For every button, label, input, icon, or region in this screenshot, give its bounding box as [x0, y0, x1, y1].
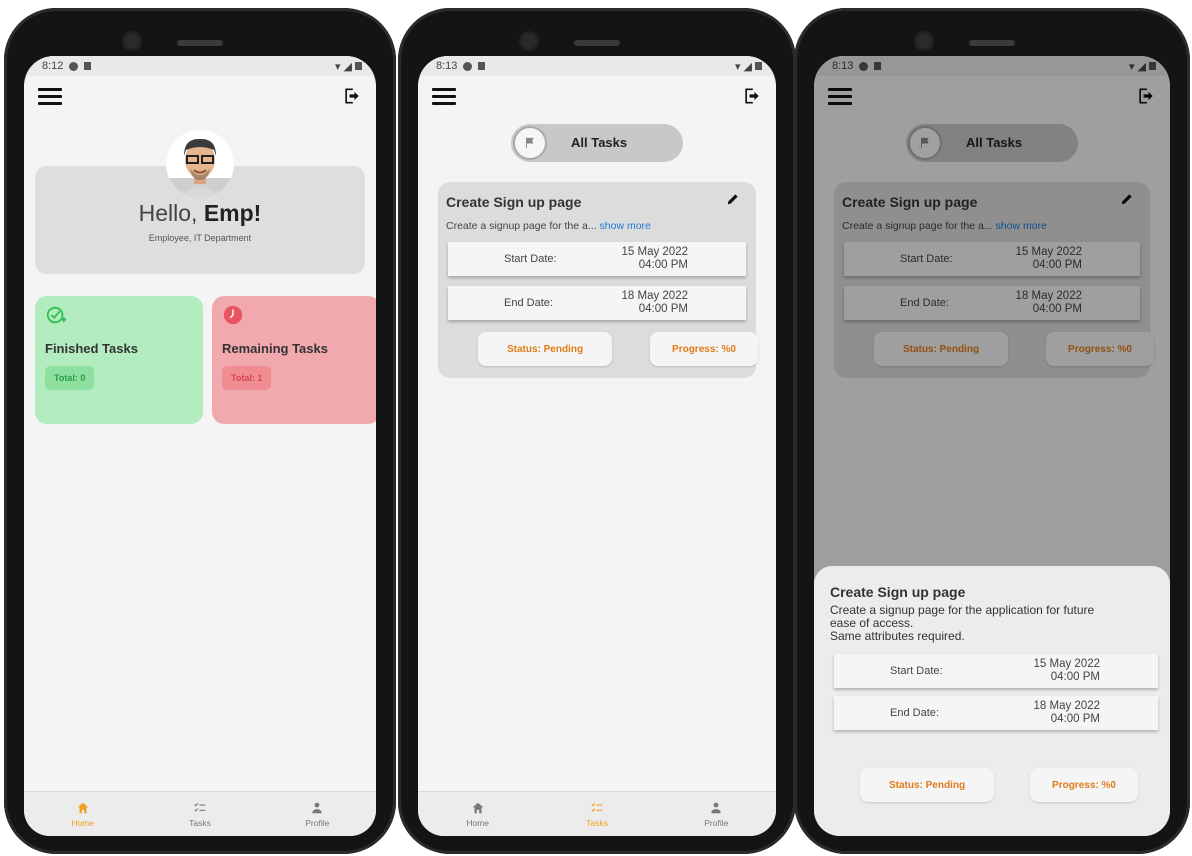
- menu-icon[interactable]: [38, 88, 62, 105]
- logout-icon[interactable]: [342, 86, 362, 106]
- end-date-label: End Date:: [890, 707, 939, 719]
- filter-label: All Tasks: [571, 135, 628, 150]
- end-date-row: End Date: 18 May 2022 04:00 PM: [448, 286, 746, 320]
- sd-icon: [478, 62, 486, 70]
- camera: [522, 34, 536, 48]
- nav-profile-label: Profile: [305, 817, 330, 828]
- nav-profile[interactable]: Profile: [657, 792, 776, 836]
- phone-home: 8:12 ▾ ◢ Hello, Emp! Employee, IT Departm…: [4, 8, 396, 854]
- nav-home-label: Home: [466, 817, 489, 828]
- avatar: [166, 130, 234, 198]
- home-icon: [77, 802, 88, 813]
- logout-icon[interactable]: [742, 86, 762, 106]
- start-date-label: Start Date:: [504, 253, 557, 265]
- bottom-nav: Home Tasks Profile: [24, 791, 376, 836]
- status-bar: 8:12 ▾ ◢: [24, 56, 376, 76]
- sheet-end-date-row: End Date: 18 May 2022 04:00 PM: [834, 696, 1158, 730]
- sheet-progress-pill[interactable]: Progress: %0: [1030, 768, 1138, 802]
- phone-task-detail: 8:13 ▾ ◢ All Tasks Create Sign up page Cr…: [794, 8, 1190, 854]
- end-date-label: End Date:: [504, 297, 553, 309]
- wifi-icon: ▾: [735, 60, 741, 73]
- speaker: [177, 40, 223, 46]
- signal-icon: ◢: [343, 60, 352, 73]
- app-bar: [418, 76, 776, 116]
- nav-home[interactable]: Home: [418, 792, 537, 836]
- finished-tasks-title: Finished Tasks: [45, 341, 138, 356]
- camera: [125, 34, 139, 48]
- app-bar: [24, 76, 376, 116]
- sheet-status-pill[interactable]: Status: Pending: [860, 768, 994, 802]
- sheet-description: Create a signup page for the application…: [830, 603, 1095, 643]
- finished-total-badge: Total: 0: [45, 366, 95, 390]
- tasks-screen: 8:13 ▾ ◢ All Tasks Create Sign up page Cr…: [418, 56, 776, 836]
- show-more-link[interactable]: show more: [600, 220, 651, 232]
- task-filter-toggle[interactable]: All Tasks: [511, 124, 683, 162]
- check-plus-icon: [46, 306, 67, 324]
- remaining-tasks-title: Remaining Tasks: [222, 341, 328, 356]
- filter-knob[interactable]: [515, 128, 545, 158]
- task-list-icon: [194, 802, 206, 812]
- nav-home[interactable]: Home: [24, 792, 141, 836]
- camera: [917, 34, 931, 48]
- speaker: [574, 40, 620, 46]
- clock-icon: [223, 305, 243, 325]
- start-date-value: 15 May 2022 04:00 PM: [1033, 658, 1101, 683]
- nav-tasks[interactable]: Tasks: [537, 792, 656, 836]
- remaining-total-badge: Total: 1: [222, 366, 272, 390]
- signal-icon: ◢: [743, 60, 752, 73]
- user-name: Emp!: [203, 200, 262, 226]
- nav-tasks-label: Tasks: [189, 817, 211, 828]
- end-date-value: 18 May 2022 04:00 PM: [1033, 700, 1101, 725]
- flag-icon: [526, 137, 534, 149]
- status-bar: 8:13 ▾ ◢: [418, 56, 776, 76]
- remaining-tasks-card[interactable]: Remaining Tasks Total: 1: [212, 296, 376, 424]
- sheet-start-date-row: Start Date: 15 May 2022 04:00 PM: [834, 654, 1158, 688]
- home-icon: [472, 802, 483, 813]
- task-card[interactable]: Create Sign up page Create a signup page…: [438, 182, 758, 378]
- task-description: Create a signup page for the a... show m…: [446, 220, 651, 232]
- start-date-value: 15 May 2022 04:00 PM: [621, 246, 689, 271]
- greeting: Hello, Emp!: [138, 200, 262, 226]
- person-icon: [711, 802, 721, 813]
- home-screen: 8:12 ▾ ◢ Hello, Emp! Employee, IT Departm…: [24, 56, 376, 836]
- task-detail-screen: 8:13 ▾ ◢ All Tasks Create Sign up page Cr…: [814, 56, 1170, 836]
- nav-tasks[interactable]: Tasks: [141, 792, 258, 836]
- status-time: 8:13: [436, 60, 458, 72]
- status-pill[interactable]: Status: Pending: [478, 332, 612, 366]
- battery-icon: [355, 62, 362, 70]
- edit-icon[interactable]: [726, 192, 740, 206]
- battery-icon: [755, 62, 762, 70]
- status-icon: [463, 61, 473, 71]
- wifi-icon: ▾: [335, 60, 341, 73]
- nav-tasks-label: Tasks: [586, 817, 608, 828]
- end-date-value: 18 May 2022 04:00 PM: [621, 290, 689, 315]
- sd-icon: [84, 62, 92, 70]
- menu-icon[interactable]: [432, 88, 456, 105]
- status-time: 8:12: [42, 60, 64, 72]
- nav-profile[interactable]: Profile: [259, 792, 376, 836]
- start-date-label: Start Date:: [890, 665, 943, 677]
- bottom-nav: Home Tasks Profile: [418, 791, 776, 836]
- task-title: Create Sign up page: [446, 194, 582, 210]
- phone-tasks: 8:13 ▾ ◢ All Tasks Create Sign up page Cr…: [398, 8, 796, 854]
- nav-profile-label: Profile: [704, 817, 729, 828]
- nav-home-label: Home: [71, 817, 94, 828]
- sheet-title: Create Sign up page: [830, 584, 966, 600]
- speaker: [969, 40, 1015, 46]
- user-role: Employee, IT Department: [148, 233, 252, 243]
- task-detail-sheet: Create Sign up page Create a signup page…: [814, 566, 1170, 836]
- finished-tasks-card[interactable]: Finished Tasks Total: 0: [35, 296, 203, 424]
- progress-pill[interactable]: Progress: %0: [650, 332, 758, 366]
- start-date-row: Start Date: 15 May 2022 04:00 PM: [448, 242, 746, 276]
- task-list-icon: [591, 802, 603, 812]
- person-icon: [312, 802, 322, 813]
- status-icon: [69, 61, 79, 71]
